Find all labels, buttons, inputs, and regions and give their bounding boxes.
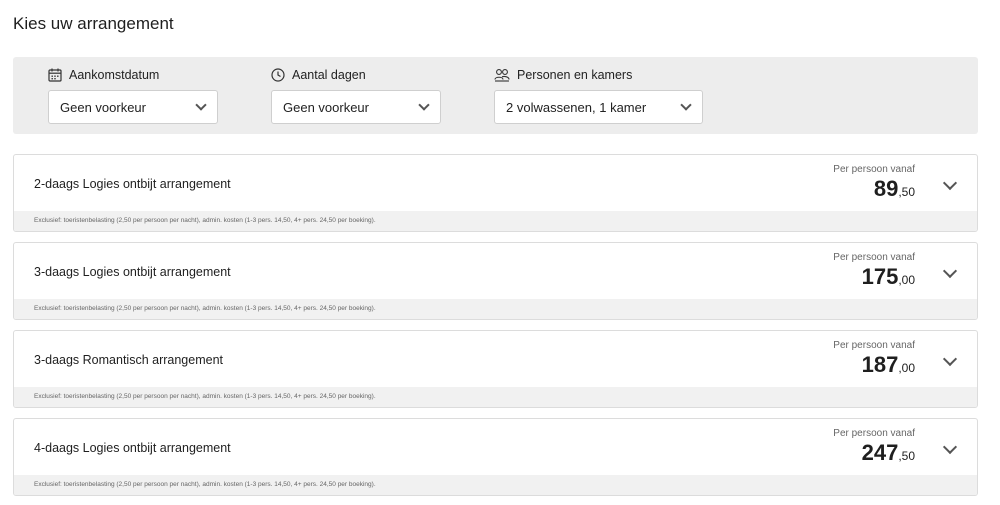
days-label: Aantal dagen [292, 68, 366, 82]
package-note: Exclusief: toeristenbelasting (2,50 per … [14, 387, 977, 407]
package-card[interactable]: 4-daags Logies ontbijt arrangement Per p… [13, 418, 978, 496]
price-whole: 89 [873, 176, 899, 201]
price-block: Per persoon vanaf 187,00 [833, 340, 915, 381]
filter-bar: Aankomstdatum Geen voorkeur Aantal dagen… [13, 57, 978, 134]
package-price: 175,00 [833, 264, 915, 293]
price-caption: Per persoon vanaf [833, 252, 915, 263]
days-filter: Aantal dagen Geen voorkeur [271, 66, 441, 124]
persons-icon [494, 69, 510, 82]
package-price: 247,50 [833, 440, 915, 469]
persons-filter: Personen en kamers 2 volwassenen, 1 kame… [494, 66, 703, 124]
package-price: 187,00 [833, 352, 915, 381]
package-card[interactable]: 3-daags Romantisch arrangement Per perso… [13, 330, 978, 408]
page-title: Kies uw arrangement [13, 14, 174, 33]
chevron-down-icon [195, 99, 207, 111]
package-note: Exclusief: toeristenbelasting (2,50 per … [14, 475, 977, 495]
price-block: Per persoon vanaf 89,50 [833, 164, 915, 205]
price-whole: 175 [861, 264, 899, 289]
price-caption: Per persoon vanaf [833, 428, 915, 439]
chevron-down-icon[interactable] [942, 439, 958, 455]
chevron-down-icon[interactable] [942, 175, 958, 191]
days-value: Geen voorkeur [283, 99, 369, 115]
chevron-down-icon [418, 99, 430, 111]
price-cents: ,50 [898, 185, 915, 199]
package-name: 2-daags Logies ontbijt arrangement [34, 177, 231, 191]
price-cents: ,00 [898, 361, 915, 375]
package-name: 3-daags Logies ontbijt arrangement [34, 265, 231, 279]
package-note: Exclusief: toeristenbelasting (2,50 per … [14, 211, 977, 231]
price-caption: Per persoon vanaf [833, 340, 915, 351]
price-cents: ,50 [898, 449, 915, 463]
price-whole: 187 [861, 352, 899, 377]
package-name: 4-daags Logies ontbijt arrangement [34, 441, 231, 455]
package-card[interactable]: 2-daags Logies ontbijt arrangement Per p… [13, 154, 978, 232]
package-name: 3-daags Romantisch arrangement [34, 353, 223, 367]
arrival-value: Geen voorkeur [60, 99, 146, 115]
price-block: Per persoon vanaf 175,00 [833, 252, 915, 293]
package-note: Exclusief: toeristenbelasting (2,50 per … [14, 299, 977, 319]
chevron-down-icon[interactable] [942, 263, 958, 279]
clock-icon [271, 68, 285, 82]
price-whole: 247 [861, 440, 899, 465]
chevron-down-icon[interactable] [942, 351, 958, 367]
price-caption: Per persoon vanaf [833, 164, 915, 175]
arrival-filter: Aankomstdatum Geen voorkeur [48, 66, 218, 124]
days-select[interactable]: Geen voorkeur [271, 90, 441, 124]
chevron-down-icon [680, 99, 692, 111]
calendar-icon [48, 68, 62, 82]
persons-select[interactable]: 2 volwassenen, 1 kamer [494, 90, 703, 124]
arrival-label: Aankomstdatum [69, 68, 160, 82]
arrival-select[interactable]: Geen voorkeur [48, 90, 218, 124]
persons-label: Personen en kamers [517, 68, 633, 82]
package-card[interactable]: 3-daags Logies ontbijt arrangement Per p… [13, 242, 978, 320]
price-cents: ,00 [898, 273, 915, 287]
price-block: Per persoon vanaf 247,50 [833, 428, 915, 469]
persons-value: 2 volwassenen, 1 kamer [506, 99, 647, 115]
package-price: 89,50 [833, 176, 915, 205]
